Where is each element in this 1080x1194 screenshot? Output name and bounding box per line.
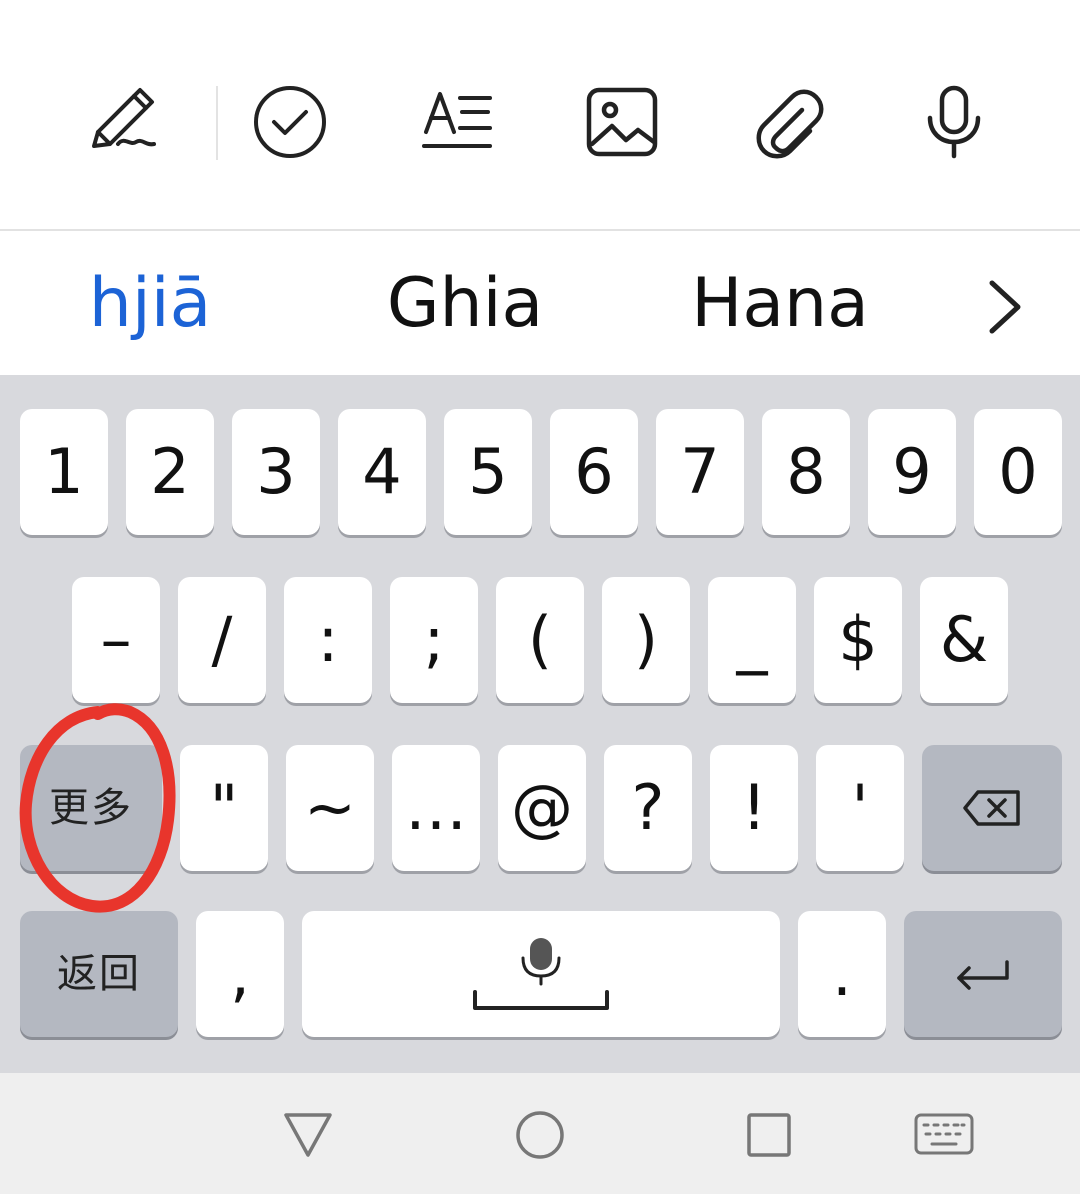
key-label: –: [100, 603, 132, 676]
key-label: 3: [256, 435, 296, 508]
key-label: 0: [998, 435, 1038, 508]
key-0[interactable]: 0: [974, 409, 1062, 535]
key-label: 9: [892, 435, 932, 508]
key-label: @: [511, 771, 573, 844]
text-format-icon[interactable]: [416, 84, 496, 164]
attachment-icon[interactable]: [748, 84, 828, 164]
key-close-paren[interactable]: ): [602, 577, 690, 703]
back-triangle-icon[interactable]: [278, 1105, 338, 1165]
symbol-keyboard: 1 2 3 4 5 6 7 8 9 0 – / : ; ( ) _ $ & 更多…: [0, 375, 1080, 1073]
recents-square-icon[interactable]: [739, 1105, 799, 1165]
key-exclamation[interactable]: !: [710, 745, 798, 871]
key-7[interactable]: 7: [656, 409, 744, 535]
more-symbols-key[interactable]: 更多: [20, 745, 162, 871]
key-label: ": [209, 771, 239, 844]
key-label: .: [832, 937, 852, 1010]
key-1[interactable]: 1: [20, 409, 108, 535]
key-colon[interactable]: :: [284, 577, 372, 703]
toolbar-separator: [216, 86, 218, 160]
key-period[interactable]: .: [798, 911, 886, 1037]
key-label: 1: [44, 435, 84, 508]
image-icon[interactable]: [582, 84, 662, 164]
key-label: …: [405, 771, 467, 844]
key-label: /: [211, 603, 233, 676]
backspace-key[interactable]: [922, 745, 1062, 871]
key-label: _: [736, 603, 768, 676]
key-label: (: [527, 603, 553, 676]
key-dash[interactable]: –: [72, 577, 160, 703]
candidate-item[interactable]: Hana: [670, 269, 890, 339]
keyboard-switch-icon[interactable]: [914, 1105, 974, 1165]
handwriting-pen-icon[interactable]: [84, 84, 164, 164]
key-question[interactable]: ?: [604, 745, 692, 871]
key-label: 返回: [57, 951, 141, 997]
key-ellipsis[interactable]: …: [392, 745, 480, 871]
key-dollar[interactable]: $: [814, 577, 902, 703]
candidate-bar: hjiā Ghia Hana: [0, 231, 1080, 375]
system-nav-bar: [0, 1073, 1080, 1194]
key-5[interactable]: 5: [444, 409, 532, 535]
key-label: ?: [631, 771, 665, 844]
back-key[interactable]: 返回: [20, 911, 178, 1037]
candidate-item[interactable]: Ghia: [360, 269, 570, 339]
enter-icon: [957, 960, 1009, 990]
enter-key[interactable]: [904, 911, 1062, 1037]
key-label: 6: [574, 435, 614, 508]
key-label: ~: [304, 771, 356, 844]
key-apostrophe[interactable]: ': [816, 745, 904, 871]
key-underscore[interactable]: _: [708, 577, 796, 703]
key-tilde[interactable]: ~: [286, 745, 374, 871]
key-label: 8: [786, 435, 826, 508]
key-2[interactable]: 2: [126, 409, 214, 535]
key-label: ,: [230, 937, 250, 1010]
key-at[interactable]: @: [498, 745, 586, 871]
home-circle-icon[interactable]: [510, 1105, 570, 1165]
key-double-quote[interactable]: ": [180, 745, 268, 871]
key-label: ;: [423, 603, 445, 676]
key-label: &: [939, 603, 989, 676]
key-label: ): [633, 603, 659, 676]
key-label: 7: [680, 435, 720, 508]
key-open-paren[interactable]: (: [496, 577, 584, 703]
space-key[interactable]: [302, 911, 780, 1037]
backspace-icon: [963, 790, 1020, 826]
key-semicolon[interactable]: ;: [390, 577, 478, 703]
key-label: :: [317, 603, 339, 676]
key-4[interactable]: 4: [338, 409, 426, 535]
key-label: 5: [468, 435, 508, 508]
checkmark-circle-icon[interactable]: [250, 84, 330, 164]
key-6[interactable]: 6: [550, 409, 638, 535]
key-slash[interactable]: /: [178, 577, 266, 703]
key-label: $: [838, 603, 878, 676]
key-3[interactable]: 3: [232, 409, 320, 535]
candidate-item[interactable]: hjiā: [60, 269, 240, 339]
space-mic-icon: [473, 938, 609, 1010]
key-label: 4: [362, 435, 402, 508]
key-8[interactable]: 8: [762, 409, 850, 535]
microphone-icon[interactable]: [914, 84, 994, 164]
key-9[interactable]: 9: [868, 409, 956, 535]
key-ampersand[interactable]: &: [920, 577, 1008, 703]
key-label: !: [741, 771, 767, 844]
key-label: 2: [150, 435, 190, 508]
key-label: ': [851, 771, 869, 844]
editor-toolbar: [0, 0, 1080, 230]
chevron-right-icon[interactable]: [976, 277, 1032, 337]
key-label: 更多: [49, 785, 133, 831]
key-comma[interactable]: ,: [196, 911, 284, 1037]
